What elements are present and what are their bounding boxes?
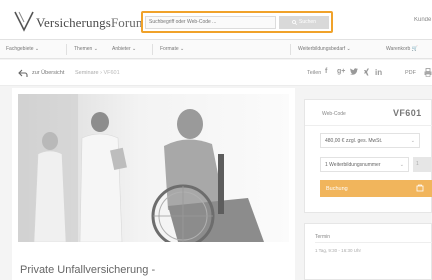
nav-item-label: Weiterbildungsbedarf (298, 46, 346, 52)
nav-item-label: Themen (74, 46, 93, 52)
xing-shape (364, 68, 369, 76)
date-item[interactable]: 1 Tag, 9:30 - 16:30 Uhr (315, 248, 361, 253)
divider (315, 242, 432, 243)
price-select-value: 480,00 € zzgl. ges. MwSt. (325, 138, 383, 144)
dates-card: Termin 1 Tag, 9:30 - 16:30 Uhr (304, 223, 432, 280)
breadcrumb-bar: zur Übersicht Seminare › VF601 Teilen f … (0, 60, 432, 86)
nav-item-label: Formate (160, 46, 179, 52)
twitter-bird-shape (350, 68, 358, 75)
nav-item-fachgebiete[interactable]: Fachgebiete ⌄ (6, 46, 39, 52)
page: VersicherungsForum Suchen Kunde Fachgebi… (0, 0, 432, 280)
back-to-overview-link[interactable]: zur Übersicht (32, 70, 64, 76)
search-button-label: Suchen (299, 19, 316, 25)
breadcrumb-current: VF601 (103, 70, 120, 76)
nav-divider (290, 44, 291, 55)
nav-item-weiterbildungsbedarf[interactable]: Weiterbildungsbedarf ⌄ (298, 46, 351, 52)
header-right-link[interactable]: Kunde (414, 17, 432, 23)
nav-divider (66, 44, 67, 55)
nav-item-anbieter[interactable]: Anbieter ⌄ (112, 46, 136, 52)
sidebar: Web-Code VF601 480,00 € zzgl. ges. MwSt.… (304, 88, 432, 280)
breadcrumb: Seminare › VF601 (75, 70, 120, 76)
logo[interactable]: VersicherungsForum (14, 10, 146, 32)
nav-item-label: Fachgebiete (6, 46, 34, 52)
webcode-label: Web-Code (322, 111, 346, 117)
logo-text: VersicherungsForum (36, 14, 146, 32)
nav-item-warenkorb[interactable]: Warenkorb 🛒 (386, 46, 418, 52)
pdf-link[interactable]: PDF (405, 70, 416, 76)
booking-card: Web-Code VF601 480,00 € zzgl. ges. MwSt.… (304, 99, 432, 213)
main-nav: Fachgebiete ⌄ Themen ⌄ Anbieter ⌄ Format… (0, 40, 432, 59)
chevron-down-icon: ⌄ (399, 162, 404, 168)
back-arrow-icon[interactable] (18, 68, 28, 78)
hero-photo-illustration (18, 94, 289, 242)
linkedin-icon[interactable]: in (375, 68, 382, 77)
dates-title: Termin (315, 234, 331, 240)
logo-icon (14, 11, 34, 32)
breadcrumb-seminare[interactable]: Seminare (75, 70, 99, 76)
cart-icon (416, 184, 424, 192)
nav-item-formate[interactable]: Formate ⌄ (160, 46, 184, 52)
search-button[interactable]: Suchen (279, 15, 329, 29)
header: VersicherungsForum Suchen Kunde (0, 0, 432, 40)
webcode-value: VF601 (393, 108, 422, 118)
chevron-down-icon: ⌄ (410, 138, 415, 144)
participant-select[interactable]: 1 Weiterbildungsnummer ⌄ (320, 157, 409, 172)
hero-image (18, 94, 289, 242)
price-select[interactable]: 480,00 € zzgl. ges. MwSt. ⌄ (320, 133, 420, 148)
search-input[interactable] (145, 15, 276, 29)
facebook-icon[interactable]: f (325, 68, 327, 75)
logo-text-main: Versicherungs (36, 15, 111, 30)
book-button[interactable]: Buchung (320, 180, 432, 197)
print-icon[interactable] (424, 68, 432, 77)
webcode-row: Web-Code VF601 (305, 100, 432, 126)
search-box: Suchen (141, 11, 333, 33)
share-label: Teilen (307, 70, 322, 76)
content-panel (12, 88, 295, 280)
participant-select-value: 1 Weiterbildungsnummer (325, 162, 381, 168)
page-title: Private Unfallversicherung - (20, 264, 156, 276)
xing-icon[interactable] (363, 68, 370, 78)
nav-item-label: Anbieter (112, 46, 131, 52)
quantity-field[interactable]: 1 (413, 157, 432, 172)
nav-item-themen[interactable]: Themen ⌄ (74, 46, 98, 52)
nav-item-label: Warenkorb (386, 46, 411, 52)
nav-divider (152, 44, 153, 55)
search-icon (292, 19, 298, 25)
book-button-label: Buchung (326, 185, 348, 192)
google-plus-icon[interactable]: g+ (337, 68, 345, 75)
twitter-icon[interactable] (350, 68, 358, 77)
